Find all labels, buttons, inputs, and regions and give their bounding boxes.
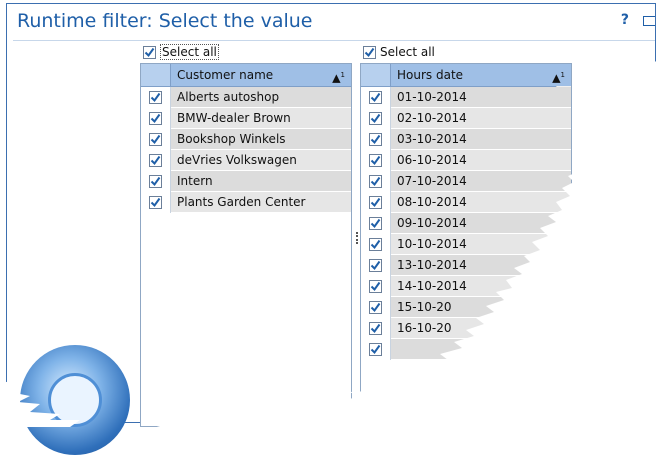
- torn-edge-overlay: [0, 60, 659, 427]
